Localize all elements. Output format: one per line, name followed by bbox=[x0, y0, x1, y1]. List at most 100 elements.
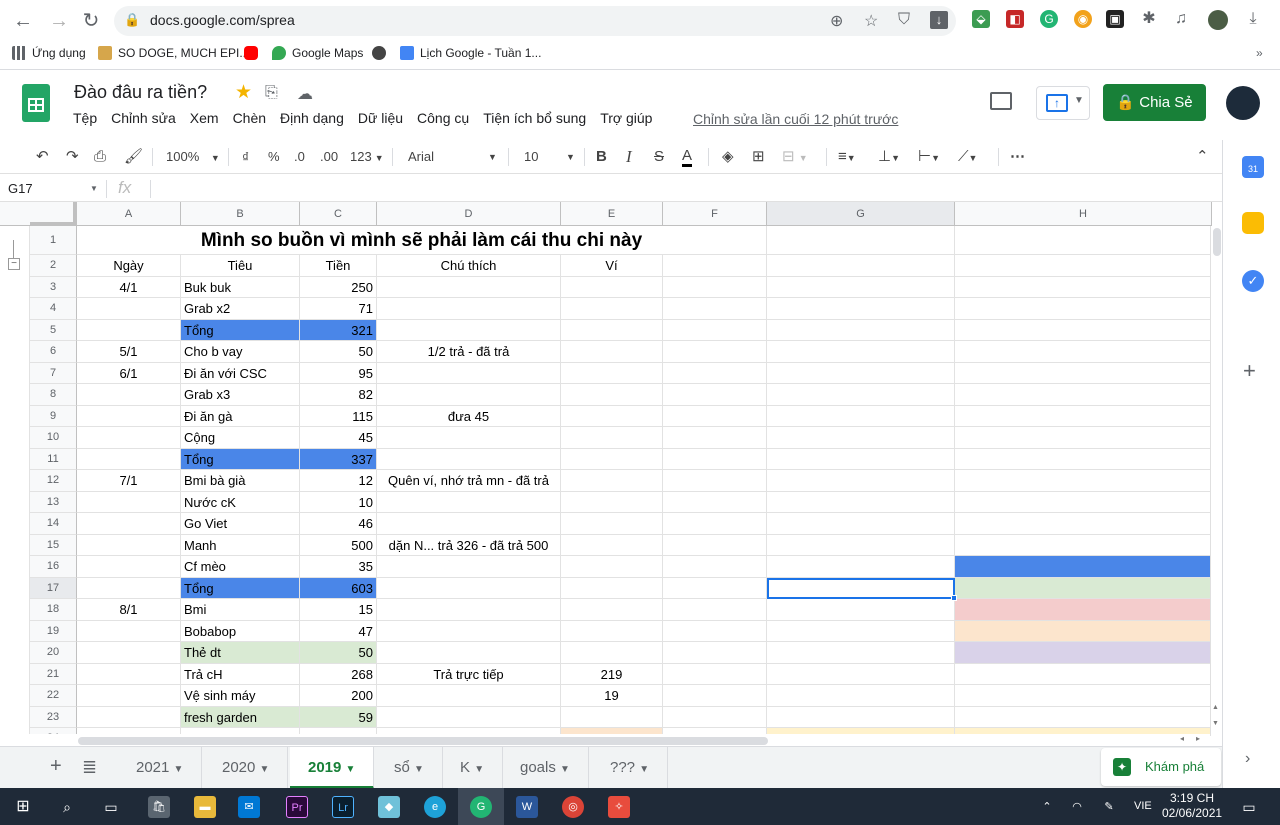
shield-icon[interactable]: ⛉ bbox=[898, 11, 910, 29]
grid-cell[interactable] bbox=[561, 556, 663, 578]
undo-icon[interactable]: ↶ bbox=[36, 147, 49, 167]
grid-cell[interactable] bbox=[663, 470, 767, 492]
cloud-status-icon[interactable]: ☁ bbox=[297, 84, 313, 104]
windows-start-icon[interactable]: ⊞ bbox=[12, 796, 34, 818]
menu-insert[interactable]: Chèn bbox=[233, 110, 266, 126]
grid-cell[interactable] bbox=[77, 448, 181, 470]
grid-cell[interactable] bbox=[955, 556, 1212, 578]
scroll-thumb[interactable] bbox=[1213, 228, 1221, 256]
search-icon[interactable]: ⌕ bbox=[56, 796, 78, 818]
row-header[interactable]: 23 bbox=[30, 706, 77, 728]
tray-chevron-icon[interactable]: ⌃ bbox=[1036, 796, 1058, 818]
grid-cell[interactable]: Nước cK bbox=[181, 491, 300, 513]
row-header[interactable]: 2 bbox=[30, 255, 77, 277]
grid-cell[interactable] bbox=[377, 319, 561, 341]
grid-cell[interactable]: đưa 45 bbox=[377, 405, 561, 427]
grid-cell[interactable]: Trả trực tiếp bbox=[377, 663, 561, 685]
menu-edit[interactable]: Chỉnh sửa bbox=[111, 110, 176, 126]
grid-cell[interactable] bbox=[767, 491, 955, 513]
grid-cell[interactable]: Cf mèo bbox=[181, 556, 300, 578]
mail-icon[interactable]: ✉ bbox=[238, 796, 260, 818]
row-header[interactable]: 21 bbox=[30, 663, 77, 685]
fill-handle[interactable] bbox=[951, 595, 957, 601]
grid-cell[interactable]: 321 bbox=[300, 319, 377, 341]
grid-cell[interactable] bbox=[377, 685, 561, 707]
bookmark-wiki[interactable] bbox=[372, 46, 392, 60]
grid-cell[interactable] bbox=[561, 642, 663, 664]
row-header[interactable]: 5 bbox=[30, 319, 77, 341]
language-indicator[interactable]: VIE bbox=[1134, 800, 1152, 812]
scroll-up-icon[interactable]: ▲ bbox=[1212, 704, 1219, 711]
avatar[interactable] bbox=[1226, 86, 1260, 120]
comment-history-icon[interactable] bbox=[990, 92, 1012, 110]
grid-cell[interactable] bbox=[377, 298, 561, 320]
file-explorer-icon[interactable]: ▬ bbox=[194, 796, 216, 818]
grid-cell[interactable] bbox=[767, 319, 955, 341]
font-select[interactable]: Arial ▼ bbox=[408, 147, 498, 167]
sheet-tab-2021[interactable]: 2021 ▼ bbox=[118, 747, 203, 789]
grid-cell[interactable]: 8/1 bbox=[77, 599, 181, 621]
sheet-tab-unknown[interactable]: ??? ▼ bbox=[592, 747, 669, 789]
grid-cell[interactable] bbox=[77, 642, 181, 664]
text-rotation-icon[interactable]: ⟋▼ bbox=[958, 147, 977, 168]
header-cell-h[interactable] bbox=[955, 255, 1212, 277]
address-bar[interactable]: 🔒 docs.google.com/sprea ⊕ ☆ ⛉ ↓ bbox=[114, 6, 956, 36]
grid-cell[interactable] bbox=[377, 384, 561, 406]
menu-addons[interactable]: Tiện ích bổ sung bbox=[483, 110, 586, 126]
grid-cell[interactable]: 15 bbox=[300, 599, 377, 621]
scroll-thumb[interactable] bbox=[78, 737, 768, 745]
grid-cell[interactable] bbox=[955, 534, 1212, 556]
extension-icon-1[interactable]: ⬙ bbox=[972, 10, 990, 28]
grid-cell[interactable]: 6/1 bbox=[77, 362, 181, 384]
grid-cell[interactable] bbox=[377, 513, 561, 535]
grid-cell[interactable]: Đi ăn với CSC bbox=[181, 362, 300, 384]
grid-cell[interactable] bbox=[377, 620, 561, 642]
app-icon[interactable]: ✧ bbox=[608, 796, 630, 818]
all-sheets-icon[interactable]: ≣ bbox=[82, 757, 97, 778]
row-header[interactable]: 16 bbox=[30, 556, 77, 578]
grid-cell[interactable]: 250 bbox=[300, 276, 377, 298]
row-header[interactable]: 14 bbox=[30, 513, 77, 535]
row-header[interactable]: 24 bbox=[30, 728, 77, 734]
wifi-icon[interactable]: ◠ bbox=[1066, 796, 1088, 818]
grid-cell[interactable] bbox=[955, 405, 1212, 427]
merge-cells-icon[interactable]: ⊟ ▼ bbox=[782, 147, 808, 168]
grid-cell[interactable]: 603 bbox=[300, 577, 377, 599]
calendar-icon[interactable]: 31 bbox=[1242, 156, 1264, 178]
grid-cell[interactable] bbox=[663, 513, 767, 535]
grid-cell[interactable]: 35 bbox=[300, 556, 377, 578]
grid-cell[interactable] bbox=[767, 362, 955, 384]
grid-cell[interactable] bbox=[561, 470, 663, 492]
edge-icon[interactable]: e bbox=[424, 796, 446, 818]
grid-cell[interactable] bbox=[955, 577, 1212, 599]
grid-cell[interactable] bbox=[955, 706, 1212, 728]
grid-cell[interactable] bbox=[663, 663, 767, 685]
share-button[interactable]: 🔒 Chia Sẻ bbox=[1103, 84, 1206, 121]
grid-cell[interactable] bbox=[77, 663, 181, 685]
grid-cell[interactable] bbox=[767, 534, 955, 556]
grid-cell[interactable] bbox=[663, 620, 767, 642]
menu-data[interactable]: Dữ liệu bbox=[358, 110, 403, 126]
column-header-b[interactable]: B bbox=[181, 202, 300, 226]
decrease-decimal-button[interactable]: .0 bbox=[294, 147, 305, 167]
grid-cell[interactable] bbox=[561, 491, 663, 513]
grid-cell[interactable]: Cộng bbox=[181, 427, 300, 449]
bookmark-doge[interactable]: SO DOGE, MUCH EPI... bbox=[98, 46, 249, 60]
grid-cell[interactable]: Tổng bbox=[181, 448, 300, 470]
row-header[interactable]: 15 bbox=[30, 534, 77, 556]
grid-cell[interactable] bbox=[955, 448, 1212, 470]
grid-cell[interactable]: Go Viet bbox=[181, 513, 300, 535]
grid-cell[interactable] bbox=[300, 728, 377, 734]
grid-cell[interactable] bbox=[663, 534, 767, 556]
chevron-down-icon[interactable]: ▼ bbox=[90, 184, 98, 193]
percent-format-button[interactable]: % bbox=[268, 147, 280, 167]
grid-cell[interactable] bbox=[955, 298, 1212, 320]
present-button[interactable]: ↑ ▼ bbox=[1036, 86, 1090, 120]
grid-cell[interactable]: Bmi bbox=[181, 599, 300, 621]
print-icon[interactable]: ⎙ bbox=[94, 147, 106, 167]
download-icon[interactable]: ⤓ bbox=[1244, 10, 1262, 28]
star-icon[interactable]: ★ bbox=[235, 81, 252, 104]
grid-cell[interactable] bbox=[767, 341, 955, 363]
grid-cell[interactable] bbox=[77, 534, 181, 556]
grid-cell[interactable] bbox=[561, 706, 663, 728]
